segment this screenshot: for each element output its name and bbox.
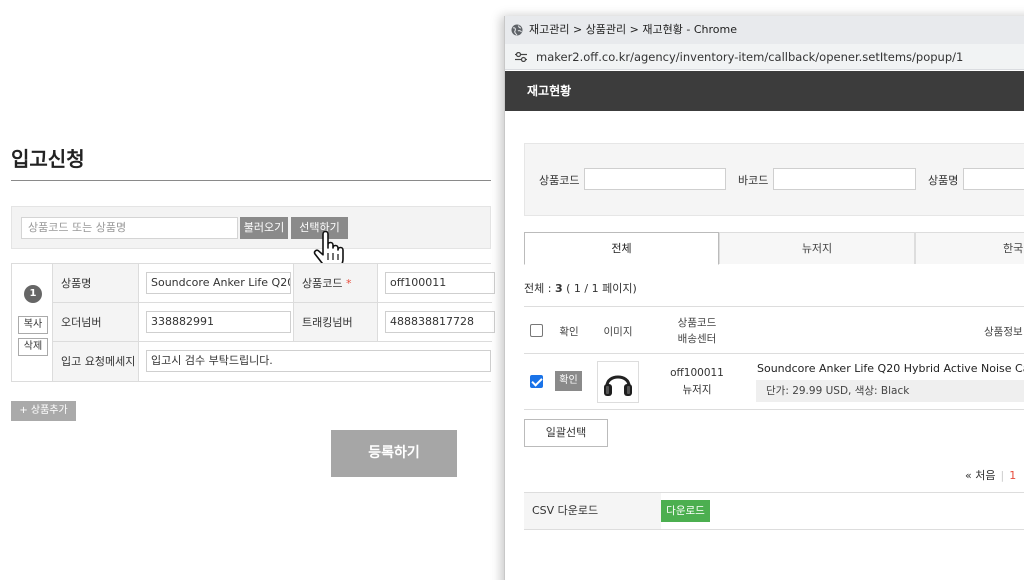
pager-divider: | bbox=[1000, 469, 1005, 482]
register-button[interactable]: 등록하기 bbox=[331, 430, 457, 477]
url-text: maker2.off.co.kr/agency/inventory-item/c… bbox=[536, 50, 964, 64]
row-confirm-button[interactable]: 확인 bbox=[555, 371, 582, 391]
tab-korea[interactable]: 한국 bbox=[915, 232, 1024, 264]
row-checkbox[interactable] bbox=[530, 375, 543, 388]
table-header: 확인 이미지 상품코드 배송센터 상품정보 bbox=[524, 306, 1024, 354]
warehouse-tabs: 전체 뉴저지 한국 bbox=[524, 232, 1024, 265]
page-title: 입고신청 bbox=[11, 147, 85, 171]
load-button[interactable]: 불러오기 bbox=[240, 217, 288, 239]
row-product-detail: 단가: 29.99 USD, 색상: Black bbox=[756, 380, 1024, 402]
bulk-select-button[interactable]: 일괄선택 bbox=[524, 419, 608, 447]
product-search-bar: 상품코드 또는 상품명 불러오기 선택하기 bbox=[11, 206, 491, 249]
tab-all[interactable]: 전체 bbox=[524, 232, 719, 265]
filter-product-name-label: 상품명 bbox=[928, 174, 959, 187]
col-shipping-center: 배송센터 bbox=[677, 333, 717, 345]
download-button[interactable]: 다운로드 bbox=[661, 500, 710, 522]
product-name-cell: Soundcore Anker Life Q20 H bbox=[139, 264, 294, 303]
row-shipping-center: 뉴저지 bbox=[682, 384, 712, 396]
site-settings-icon[interactable] bbox=[515, 52, 527, 62]
globe-icon bbox=[511, 24, 523, 36]
filter-product-name-input[interactable] bbox=[963, 168, 1024, 190]
result-count: 전체 : 3 ( 1 / 1 페이지) bbox=[524, 280, 637, 296]
first-page-link[interactable]: « 처음 bbox=[965, 469, 995, 482]
order-number-field[interactable]: 338882991 bbox=[146, 311, 291, 333]
product-code-label-text: 상품코드 bbox=[302, 277, 343, 290]
product-entry-form: 1 복사 삭제 상품명 Soundcore Anker Life Q20 H 상… bbox=[11, 263, 495, 382]
popup-title-bar: 재고관리 > 상품관리 > 재고현황 - Chrome bbox=[505, 16, 1024, 44]
filter-barcode-label: 바코드 bbox=[738, 174, 769, 187]
order-number-cell: 338882991 bbox=[139, 303, 294, 342]
tracking-number-cell: 488838817728 bbox=[378, 303, 495, 342]
pagination: « 처음 | 1 bbox=[965, 467, 1016, 483]
address-bar[interactable]: maker2.off.co.kr/agency/inventory-item/c… bbox=[505, 44, 1024, 70]
filter-product-code-input[interactable] bbox=[584, 168, 726, 190]
csv-download-row: CSV 다운로드 다운로드 bbox=[524, 492, 1024, 530]
form-row-controls: 1 복사 삭제 bbox=[12, 264, 53, 381]
product-code-field[interactable]: off100011 bbox=[385, 272, 495, 294]
product-code-label: 상품코드 * bbox=[294, 264, 378, 303]
row-product-code: off100011 bbox=[670, 367, 724, 379]
tracking-number-field[interactable]: 488838817728 bbox=[385, 311, 495, 333]
product-name-label: 상품명 bbox=[53, 264, 139, 303]
select-all-checkbox[interactable] bbox=[530, 324, 543, 337]
request-message-label: 입고 요청메세지 bbox=[53, 342, 139, 381]
order-number-label: 오더넘버 bbox=[53, 303, 139, 342]
col-product-code: 상품코드 bbox=[677, 317, 717, 329]
title-divider bbox=[11, 180, 491, 181]
product-name-field[interactable]: Soundcore Anker Life Q20 H bbox=[146, 272, 291, 294]
product-search-input[interactable]: 상품코드 또는 상품명 bbox=[21, 217, 238, 239]
filter-product-code-label: 상품코드 bbox=[539, 174, 580, 187]
csv-download-label: CSV 다운로드 bbox=[524, 493, 661, 529]
table-row: 확인 off100011 뉴저지 Soundcore Anker Life Q2… bbox=[524, 354, 1024, 410]
row-number-badge: 1 bbox=[24, 285, 42, 303]
col-product-info: 상품정보 bbox=[984, 326, 1023, 338]
product-thumbnail bbox=[597, 361, 639, 403]
result-count-pages: ( 1 / 1 페이지) bbox=[566, 282, 637, 295]
inventory-filter-box: 상품코드 바코드 상품명 bbox=[524, 143, 1024, 216]
result-count-total: 3 bbox=[554, 282, 563, 295]
add-product-button[interactable]: + 상품추가 bbox=[11, 401, 76, 421]
current-page[interactable]: 1 bbox=[1009, 469, 1016, 482]
tab-new-jersey[interactable]: 뉴저지 bbox=[719, 232, 915, 264]
required-mark: * bbox=[345, 277, 352, 290]
request-message-cell: 입고시 검수 부탁드립니다. bbox=[139, 342, 492, 381]
request-message-field[interactable]: 입고시 검수 부탁드립니다. bbox=[146, 350, 491, 372]
inventory-popup-window: 재고관리 > 상품관리 > 재고현황 - Chrome maker2.off.c… bbox=[504, 16, 1024, 580]
col-confirm: 확인 bbox=[559, 326, 579, 338]
filter-barcode-input[interactable] bbox=[773, 168, 916, 190]
delete-row-button[interactable]: 삭제 bbox=[18, 338, 48, 356]
tracking-number-label: 트래킹넘버 bbox=[294, 303, 378, 342]
screen: 입고신청 상품코드 또는 상품명 불러오기 선택하기 1 복사 삭제 상품명 S… bbox=[0, 0, 1024, 580]
product-code-cell: off100011 bbox=[378, 264, 495, 303]
copy-row-button[interactable]: 복사 bbox=[18, 316, 48, 334]
row-product-name: Soundcore Anker Life Q20 Hybrid Active N… bbox=[757, 362, 1024, 375]
col-image: 이미지 bbox=[603, 326, 633, 338]
popup-header: 재고현황 bbox=[505, 71, 1024, 111]
headphones-icon bbox=[604, 375, 632, 396]
result-count-prefix: 전체 : bbox=[524, 282, 555, 295]
window-title: 재고관리 > 상품관리 > 재고현황 - Chrome bbox=[529, 23, 737, 36]
